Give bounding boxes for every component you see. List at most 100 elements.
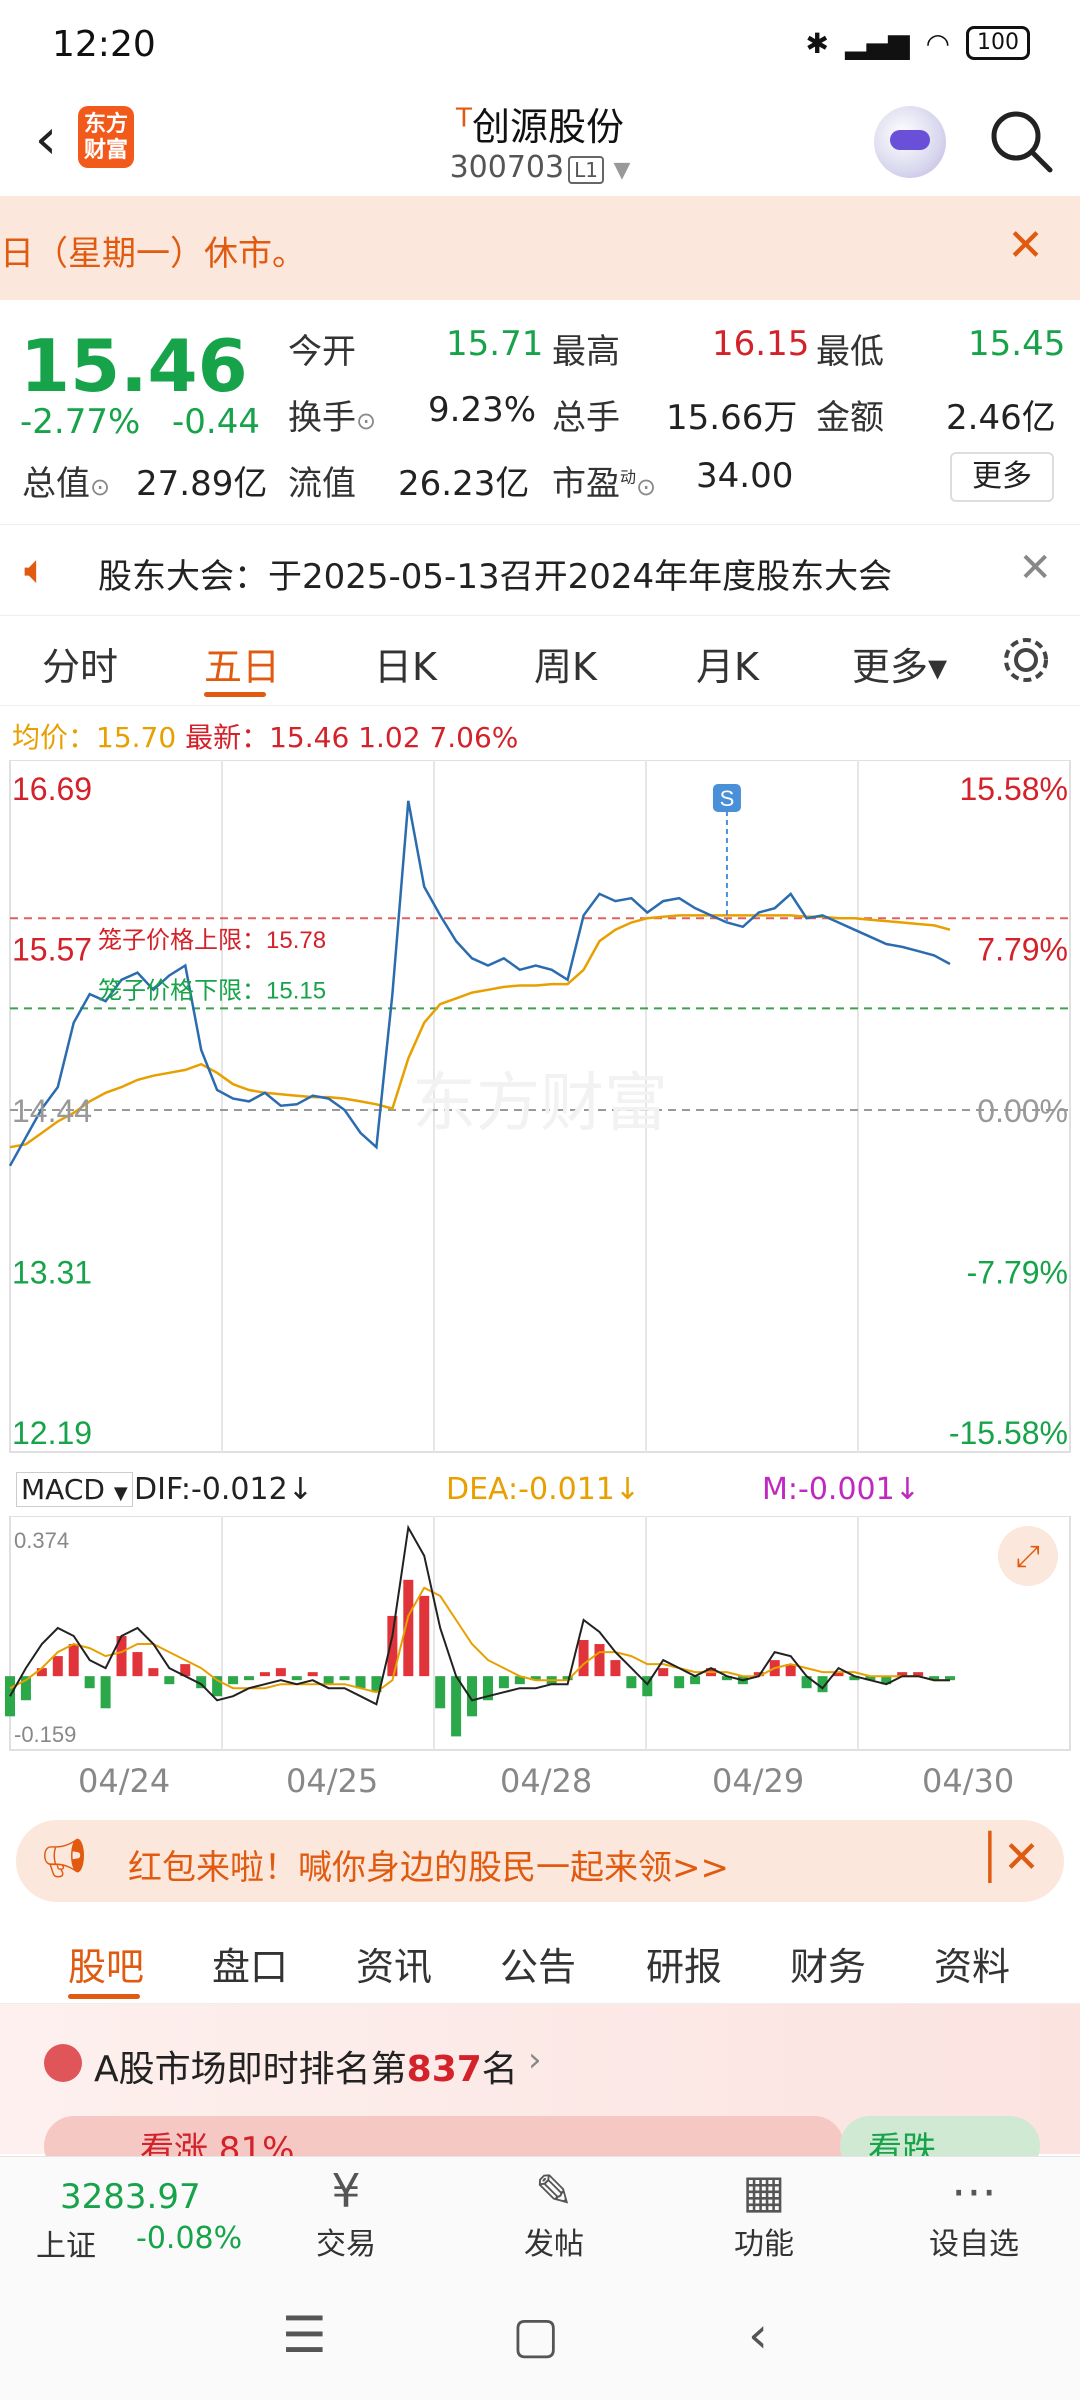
macd-bar: [148, 1668, 159, 1677]
tab-more[interactable]: 更多▾: [852, 636, 947, 691]
quote-panel: 15.46 -2.77% -0.44 今开 15.71 最高 16.15 最低 …: [0, 300, 1080, 520]
index-change: -0.08%: [136, 2221, 243, 2256]
macd-bar: [578, 1640, 589, 1677]
date-label: 04/29: [712, 1762, 805, 1800]
five-day-chart[interactable]: 东方财富 S 16.69 15.57 14.44 13.31 12.19 15.58% 7.…: [0, 760, 1080, 1460]
quote-value: 9.23%: [428, 390, 537, 430]
rank-text: A股市场即时排名第837名: [94, 2049, 518, 2090]
quote-label: 总值⊙: [22, 464, 111, 504]
latest-pct: 7.06%: [429, 721, 519, 754]
tab-intraday[interactable]: 分时: [42, 636, 118, 691]
tab-five-day[interactable]: 五日: [204, 636, 280, 691]
tab-profile[interactable]: 资料: [934, 1936, 1010, 1991]
tab-financials[interactable]: 财务: [790, 1936, 866, 1991]
close-icon[interactable]: ✕: [1018, 545, 1052, 591]
change-amount: -0.44: [172, 402, 260, 442]
signal-icon: ▂▄▆: [844, 26, 910, 60]
avg-price-label: 均价：: [12, 721, 97, 754]
macd-bar: [594, 1644, 605, 1677]
trade-button[interactable]: ¥ 交易: [266, 2163, 426, 2263]
quote-label: 换手⊙: [288, 398, 377, 438]
add-watchlist-button[interactable]: ⋯ 设自选: [894, 2163, 1054, 2263]
macd-min: -0.159: [14, 1722, 76, 1747]
avg-price: 15.70: [96, 721, 177, 754]
macd-bar: [84, 1676, 95, 1689]
index-value[interactable]: 3283.97: [60, 2177, 201, 2217]
macd-bar: [164, 1676, 175, 1685]
red-packet-banner[interactable]: 📢︎ 红包来啦！喊你身边的股民一起来领>> │✕: [16, 1820, 1064, 1902]
assistant-avatar[interactable]: [874, 106, 946, 178]
y-axis-right-label: -15.58%: [949, 1415, 1068, 1451]
menu-icon[interactable]: ☰: [282, 2306, 327, 2364]
upper-limit-label: 笼子价格上限：15.78: [98, 927, 326, 954]
dif-line: [9, 1524, 950, 1706]
macd-bar: [610, 1660, 621, 1677]
rank-card[interactable]: A股市场即时排名第837名 › 看涨 81% 看跌: [0, 2004, 1080, 2176]
tab-guba[interactable]: 股吧: [68, 1936, 144, 1991]
y-axis-right-label: 15.58%: [959, 771, 1068, 807]
active-tab-indicator: [204, 692, 266, 697]
tab-research[interactable]: 研报: [646, 1936, 722, 1991]
home-icon[interactable]: ▢: [512, 2306, 559, 2364]
tab-pankou[interactable]: 盘口: [212, 1936, 288, 1991]
wifi-icon: ◠: [925, 26, 950, 60]
expand-icon[interactable]: ⤢: [998, 1526, 1058, 1586]
tab-daily-k[interactable]: 日K: [374, 636, 437, 691]
more-icon: ⋯: [951, 2164, 997, 2218]
macd-bar: [228, 1676, 239, 1685]
tab-news[interactable]: 资讯: [356, 1936, 432, 1991]
latest-price: 15.46: [269, 721, 350, 754]
macd-frame: [9, 1516, 1071, 1751]
latest-change: 1.02: [358, 721, 421, 754]
quote-label: 金额: [816, 398, 884, 438]
stock-code[interactable]: 300703 L1 ▼: [340, 150, 740, 185]
macd-bar: [435, 1676, 446, 1709]
shareholder-notice-text: 股东大会：于2025-05-13召开2024年年度股东大会: [98, 557, 893, 597]
tab-announcements[interactable]: 公告: [500, 1936, 576, 1991]
y-axis-left-label: 14.44: [12, 1093, 92, 1129]
info-icon[interactable]: ⊙: [636, 473, 656, 501]
close-icon[interactable]: ✕: [1007, 220, 1044, 271]
quote-value: 15.66万: [666, 398, 798, 438]
back-nav-icon[interactable]: ‹: [748, 2306, 768, 2364]
tab-weekly-k[interactable]: 周K: [534, 636, 597, 691]
stock-code-text: 300703: [449, 150, 565, 185]
market-notice: 日（星期一）休市。 ✕: [0, 196, 1080, 300]
t-marker: T: [456, 103, 472, 134]
y-axis-right-label: -7.79%: [967, 1255, 1068, 1291]
date-label: 04/30: [922, 1762, 1015, 1800]
macd-bar: [339, 1676, 350, 1681]
app-logo: 东方 财富: [78, 106, 134, 168]
macd-bar: [243, 1676, 254, 1681]
svg-text:⤢: ⤢: [1016, 1539, 1040, 1574]
change-pct: -2.77%: [20, 402, 141, 442]
gear-icon[interactable]: [998, 632, 1054, 688]
apps-button[interactable]: ▦ 功能: [684, 2163, 844, 2263]
status-time: 12:20: [52, 24, 156, 65]
post-button[interactable]: ✎ 发帖: [474, 2163, 634, 2263]
megaphone-icon: 📢︎: [40, 1836, 89, 1880]
search-icon[interactable]: [986, 106, 1056, 176]
indicator-select[interactable]: MACD ▼: [16, 1472, 133, 1507]
macd-bar: [498, 1676, 509, 1689]
quote-value: 2.46亿: [946, 398, 1056, 438]
more-button[interactable]: 更多: [950, 452, 1054, 502]
shareholder-notice[interactable]: 🔈︎ 股东大会：于2025-05-13召开2024年年度股东大会 ✕: [0, 524, 1080, 616]
info-icon[interactable]: ⊙: [356, 407, 376, 435]
macd-chart[interactable]: 0.374 -0.159 ⤢: [0, 1516, 1080, 1756]
y-axis-right-label: 0.00%: [977, 1093, 1068, 1129]
post-icon: ✎: [534, 2164, 574, 2218]
info-icon[interactable]: ⊙: [90, 473, 110, 501]
back-icon[interactable]: ‹: [18, 110, 74, 170]
chart-info-line: 均价：15.70 最新：15.46 1.02 7.06%: [12, 716, 518, 756]
macd-bar: [419, 1595, 430, 1677]
close-icon[interactable]: │✕: [977, 1832, 1040, 1883]
stock-name: 创源股份: [471, 105, 624, 149]
macd-bar: [132, 1652, 143, 1677]
rank-chart-icon: [44, 2044, 82, 2082]
tab-monthly-k[interactable]: 月K: [696, 636, 759, 691]
apps-icon: ▦: [742, 2164, 786, 2218]
system-nav-bar: ☰ ▢ ‹: [0, 2274, 1080, 2400]
stock-title[interactable]: T创源股份: [340, 96, 740, 151]
y-axis-left-label: 12.19: [12, 1415, 92, 1451]
